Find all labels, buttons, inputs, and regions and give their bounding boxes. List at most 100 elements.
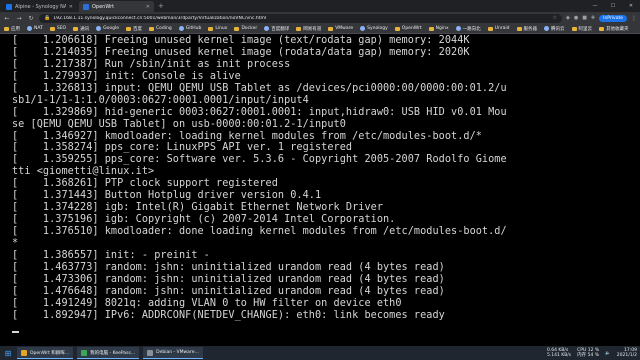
folder-icon (296, 26, 302, 31)
bookmark-item[interactable]: 百度翻译 (264, 26, 289, 32)
reload-icon[interactable]: ↻ (27, 15, 35, 22)
site-favicon-icon (96, 26, 102, 31)
bookmark-label: SEO (56, 26, 67, 31)
tab-openwrt[interactable]: OpenWrt ✕ (79, 1, 154, 12)
bookmark-item[interactable]: 一路向北 (455, 26, 481, 32)
console-line: [ 1.376510] kmodloader: done loading ker… (12, 226, 507, 237)
bookmark-label: Coding (155, 26, 172, 31)
bookmark-item[interactable]: 服务器 (516, 26, 537, 32)
bookmark-item[interactable]: GitHub (178, 26, 201, 31)
console-cursor-line (12, 322, 640, 334)
bookmark-label: VMware (335, 26, 354, 31)
site-favicon-icon (178, 26, 184, 31)
bookmark-star-icon[interactable]: ☆ (552, 15, 556, 21)
bookmark-item[interactable]: Linux (208, 26, 227, 31)
extension-icon[interactable]: ◆ (566, 15, 570, 21)
minimize-icon[interactable]: — (586, 3, 604, 9)
bookmark-label: 一路向北 (462, 26, 481, 32)
browser-tab-strip: Alpine - Synology NAS ✕ OpenWrt ✕ + — ☐ … (0, 0, 640, 12)
close-tab-icon[interactable]: ✕ (146, 4, 150, 10)
bookmark-item[interactable]: 百度 (125, 26, 142, 32)
network-speed: 0.64 KB/s 5.141 KB/s (547, 348, 571, 358)
bookmark-label: Nginx (435, 26, 449, 31)
bookmark-label: 阿里云 (578, 26, 593, 32)
memory-usage: 内存 54 % (577, 353, 600, 358)
bookmark-label: Linux (215, 26, 228, 31)
bookmark-item[interactable]: Nginx (428, 26, 449, 31)
bookmarks-bar: 应用 NAT SEO 通讯 Google 百度 Coding GitHub Linux Docke… (0, 24, 640, 34)
maximize-icon[interactable]: ☐ (604, 3, 622, 9)
synology-favicon-icon (6, 3, 12, 10)
taskbar-app-vmware[interactable]: Debian - VMware... (143, 347, 203, 359)
close-window-icon[interactable]: ✕ (622, 3, 640, 9)
bookmark-item[interactable]: 网易有道 (296, 26, 321, 32)
vnc-console[interactable]: [ 1.206618] Freeing unused kernel image … (0, 35, 640, 346)
console-line: [ 1.217387] Run /sbin/init as init proce… (12, 58, 291, 70)
bookmark-item[interactable]: 其他收藏夹 (599, 26, 629, 32)
bookmark-item[interactable]: OpenWrt (394, 26, 422, 31)
folder-icon (125, 26, 131, 31)
console-line: [ 1.358274] pps_core: LinuxPPS API ver. … (12, 142, 353, 154)
back-icon[interactable]: ← (3, 15, 11, 22)
bookmark-item[interactable]: Docker (234, 26, 257, 31)
bookmark-item[interactable]: Unraid (487, 26, 510, 31)
console-line: [ 1.326813] input: QEMU QEMU USB Tablet … (12, 82, 507, 94)
bookmark-item[interactable]: VMware (328, 26, 353, 31)
url-text: 192.168.1.11.synology.quickconnect.cn:50… (53, 15, 267, 21)
windows-start-icon[interactable]: ⊞ (3, 349, 13, 358)
bookmark-label: 通讯 (80, 26, 90, 32)
bookmark-label: NAT (34, 26, 43, 31)
folder-icon (49, 26, 55, 31)
clock-date: 2021/1/2 (616, 353, 637, 358)
bookmark-item[interactable]: 腾讯云 (544, 26, 565, 32)
console-line: [ 1.375196] igb: Copyright (c) 2007-2014… (12, 214, 396, 226)
console-line: se [QEMU QEMU USB Tablet] on usb-0000:00… (12, 118, 346, 130)
clock[interactable]: 17:09 2021/1/2 (617, 348, 637, 358)
bookmark-label: Unraid (494, 26, 510, 31)
console-line: [ 1.386557] init: - preinit - (12, 249, 210, 261)
console-line: sb1/1-1/1-1:1.0/0003:0627:0001.0001/inpu… (12, 94, 309, 106)
extension-icon[interactable]: ● (574, 15, 578, 21)
bookmark-item[interactable]: Google (96, 26, 119, 31)
address-bar[interactable]: 🔒 192.168.1.11.synology.quickconnect.cn:… (39, 13, 562, 23)
profile-button[interactable]: InPrivate (599, 14, 627, 22)
console-line: [ 1.368261] PTP clock support registered (12, 178, 278, 190)
site-favicon-icon (27, 26, 32, 31)
bookmark-item[interactable]: Coding (148, 26, 172, 31)
bookmark-label: Synology (367, 26, 388, 31)
bookmark-label: 百度 (132, 26, 142, 32)
tab-alpine[interactable]: Alpine - Synology NAS ✕ (2, 1, 77, 12)
taskbar-app-browser[interactable]: OpenWrt 和群晖... (17, 347, 74, 359)
openwrt-favicon-icon (83, 3, 89, 10)
bookmark-item[interactable]: 阿里云 (571, 26, 593, 32)
new-tab-button[interactable]: + (158, 1, 164, 12)
download-speed: 5.141 KB/s (546, 353, 572, 358)
console-line: [ 1.346927] kmodloader: loading kernel m… (12, 130, 482, 142)
bookmark-label: 腾讯云 (551, 26, 565, 32)
bookmark-item[interactable]: Synology (360, 26, 388, 31)
site-favicon-icon (360, 26, 366, 31)
console-line: [ 1.371443] Button Hotplug driver versio… (12, 190, 322, 202)
taskbar-app-label: Debian - VMware... (156, 350, 199, 355)
folder-icon (599, 26, 605, 31)
forward-icon[interactable]: → (15, 15, 23, 22)
resource-usage: CPU 12 % 内存 54 % (577, 348, 599, 358)
taskbar-app-keepass[interactable]: 我的电脑 - KeePass... (77, 347, 140, 359)
close-tab-icon[interactable]: ✕ (69, 4, 73, 10)
taskbar: ⊞ OpenWrt 和群晖... 我的电脑 - KeePass... Debia… (0, 346, 640, 360)
console-line: tti <giometti@linux.it> (12, 166, 155, 178)
bookmark-item[interactable]: 应用 (4, 26, 20, 32)
bookmark-label: OpenWrt (401, 26, 422, 31)
folder-icon (328, 26, 334, 31)
bookmark-item[interactable]: SEO (49, 26, 67, 31)
folder-icon (487, 26, 493, 31)
bookmark-label: 网易有道 (303, 26, 322, 32)
site-favicon-icon (264, 26, 270, 31)
volume-icon[interactable]: 🔈 (605, 351, 611, 356)
console-line: [ 1.214035] Freeing unused kernel image … (12, 46, 470, 58)
bookmark-item[interactable]: NAT (27, 26, 43, 31)
menu-icon[interactable]: ⋮ (631, 15, 637, 22)
extension-icon[interactable]: ■ (582, 15, 587, 21)
puzzle-icon[interactable]: ✚ (591, 15, 595, 21)
bookmark-item[interactable]: 通讯 (73, 26, 89, 32)
